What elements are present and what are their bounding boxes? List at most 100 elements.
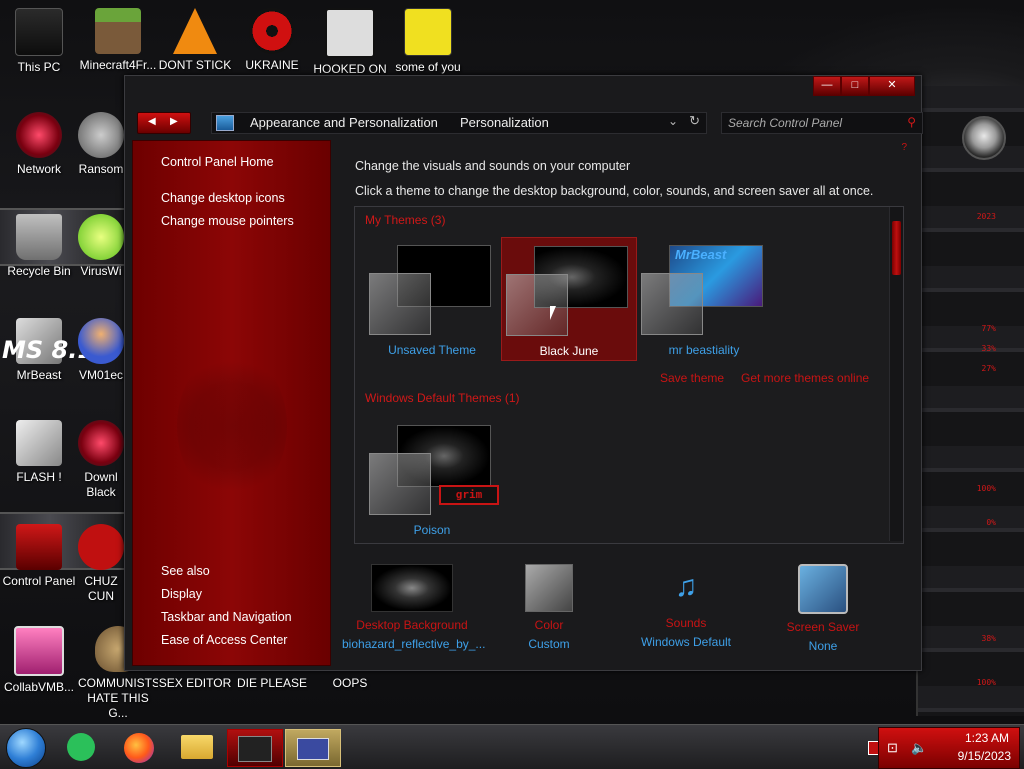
- desktop-icon-ransom[interactable]: Ransom: [78, 112, 124, 177]
- minecraft-icon: [95, 8, 141, 54]
- color-button[interactable]: Color Custom: [479, 564, 619, 651]
- ransom-icon: [78, 112, 124, 158]
- theme-name: Black June: [539, 344, 599, 358]
- desktop-icon-viruswi[interactable]: VirusWi: [78, 214, 124, 279]
- close-button[interactable]: ✕: [869, 76, 915, 96]
- help-icon[interactable]: ?: [901, 142, 907, 153]
- control-panel-home-link[interactable]: Control Panel Home: [161, 155, 274, 169]
- back-arrow-icon[interactable]: ◀: [148, 116, 156, 127]
- forward-arrow-icon[interactable]: ▶: [170, 116, 178, 127]
- color-swatch-icon: [525, 564, 573, 612]
- theme-unsaved[interactable]: Unsaved Theme: [365, 237, 499, 359]
- display-link[interactable]: Display: [161, 587, 202, 601]
- desktop-background-button[interactable]: Desktop Background biohazard_reflective_…: [342, 564, 485, 651]
- desktop-icon-label: some of you: [395, 60, 461, 74]
- mouse-cursor-icon: [550, 306, 556, 320]
- taskbar-firefox[interactable]: [114, 729, 164, 765]
- desktop-icon-this-pc[interactable]: This PC: [1, 8, 77, 75]
- folder-icon: [181, 735, 213, 759]
- system-tray: ⊡ 🔈 1:23 AM 9/15/2023: [878, 727, 1020, 769]
- vlc-cone-icon: [173, 8, 217, 54]
- desktop-background-title: Desktop Background: [356, 618, 468, 632]
- desktop-icon-some-of-you[interactable]: some of you: [390, 8, 466, 75]
- theme-poison[interactable]: grim Poison: [365, 417, 499, 539]
- flash-icon: [16, 420, 62, 466]
- theme-settings-bar: Desktop Background biohazard_reflective_…: [342, 556, 913, 656]
- desktop-icon-dont-stick[interactable]: DONT STICK: [157, 8, 233, 73]
- hud-text: 0%: [986, 518, 996, 527]
- desktop-icon-label: VM01ec: [78, 368, 124, 382]
- chuz-icon: [78, 524, 124, 570]
- desktop-icon-ukraine[interactable]: UKRAINE: [234, 8, 310, 73]
- desktop-icon-minecraft[interactable]: Minecraft4Fr...: [78, 8, 158, 73]
- desktop-icon-label: DIE PLEASE: [236, 676, 308, 690]
- breadcrumb-appearance[interactable]: Appearance and Personalization: [250, 115, 438, 130]
- maximize-button[interactable]: □: [841, 76, 869, 96]
- color-title: Color: [534, 618, 564, 632]
- breadcrumb-personalization[interactable]: Personalization: [460, 115, 549, 130]
- desktop-icon-control-panel[interactable]: Control Panel: [1, 524, 77, 589]
- change-desktop-icons-link[interactable]: Change desktop icons: [161, 191, 285, 205]
- change-mouse-pointers-link[interactable]: Change mouse pointers: [161, 214, 294, 228]
- desktop-icon-flash[interactable]: FLASH !: [1, 420, 77, 485]
- clock-date[interactable]: 9/15/2023: [958, 749, 1011, 763]
- desktop-icon-recycle-bin[interactable]: Recycle Bin: [1, 214, 77, 279]
- window-controls: — □ ✕: [813, 76, 915, 96]
- taskbar-control-panel[interactable]: [227, 729, 283, 767]
- wallpaper-hud-panel: 2023 77% 33% 27% 100% 0% 38% 100%: [916, 86, 1024, 716]
- desktop-icon-sex-editor[interactable]: SEX EDITOR: [157, 676, 233, 691]
- control-panel-icon: [216, 115, 234, 131]
- screen-saver-icon: [798, 564, 848, 614]
- clock-time[interactable]: 1:23 AM: [965, 731, 1009, 745]
- sounds-title: Sounds: [665, 616, 707, 630]
- taskbar-personalization[interactable]: [285, 729, 341, 767]
- desktop-icon-chuz[interactable]: CHUZ CUN: [78, 524, 124, 604]
- taskbar-file-explorer[interactable]: [172, 729, 222, 765]
- desktop-icon-download[interactable]: Downl Black: [78, 420, 124, 500]
- taskbar-navigation-link[interactable]: Taskbar and Navigation: [161, 610, 292, 624]
- volume-icon[interactable]: 🔈: [911, 740, 927, 756]
- radiation-icon: [249, 8, 295, 54]
- desktop-icon-die-please[interactable]: DIE PLEASE: [234, 676, 310, 691]
- hud-text: 77%: [981, 324, 996, 333]
- hud-text: 100%: [976, 678, 996, 687]
- sidebar: Control Panel Home Change desktop icons …: [132, 140, 331, 666]
- desktop-icon-label: FLASH !: [16, 470, 62, 484]
- desktop-icon-network[interactable]: Network: [1, 112, 77, 177]
- search-input[interactable]: Search Control Panel ⚲: [721, 112, 923, 134]
- minimize-button[interactable]: —: [813, 76, 841, 96]
- search-icon[interactable]: ⚲: [907, 115, 916, 129]
- refresh-icon[interactable]: ↻: [689, 113, 700, 129]
- see-also-title: See also: [161, 564, 210, 578]
- virus-icon: [78, 214, 124, 260]
- network-tray-icon[interactable]: ⊡: [887, 740, 898, 756]
- personalization-icon: [297, 738, 329, 760]
- chat-icon: [67, 733, 95, 761]
- ease-of-access-link[interactable]: Ease of Access Center: [161, 633, 287, 647]
- desktop-background-icon: [371, 564, 453, 612]
- alienware-logo-icon: [962, 116, 1006, 160]
- recycle-bin-icon: [16, 214, 62, 260]
- save-theme-link[interactable]: Save theme: [660, 371, 724, 385]
- sounds-button[interactable]: ♫ Sounds Windows Default: [616, 564, 756, 649]
- desktop-icon-oops[interactable]: OOPS: [312, 676, 388, 691]
- theme-mr-beastiality[interactable]: MrBeast mr beastiality: [637, 237, 771, 359]
- desktop-icon-collabvm[interactable]: CollabVMB...: [1, 626, 77, 695]
- scrollbar[interactable]: [889, 207, 903, 541]
- taskbar-chat-app[interactable]: [56, 729, 106, 765]
- theme-list: My Themes (3) Unsaved Theme Black June M…: [354, 206, 904, 544]
- mrbeast-logo-text: MrBeast: [675, 247, 727, 262]
- address-bar[interactable]: Appearance and Personalization Personali…: [211, 112, 707, 134]
- screen-saver-button[interactable]: Screen Saver None: [753, 564, 893, 653]
- theme-black-june[interactable]: Black June: [501, 237, 637, 361]
- search-placeholder: Search Control Panel: [728, 116, 843, 130]
- theme-name: Poison: [413, 523, 451, 537]
- desktop-icon-vm01ec[interactable]: VM01ec: [78, 318, 124, 383]
- chevron-down-icon[interactable]: ⌄: [668, 114, 678, 128]
- back-forward-buttons[interactable]: ◀ ▶: [137, 112, 191, 134]
- desktop-icon-label: Control Panel: [2, 574, 76, 588]
- get-more-themes-link[interactable]: Get more themes online: [741, 371, 869, 385]
- desktop-icon-hooked-on[interactable]: HOOKED ON: [312, 8, 388, 77]
- start-button[interactable]: [6, 728, 46, 768]
- scrollbar-thumb[interactable]: [892, 221, 901, 275]
